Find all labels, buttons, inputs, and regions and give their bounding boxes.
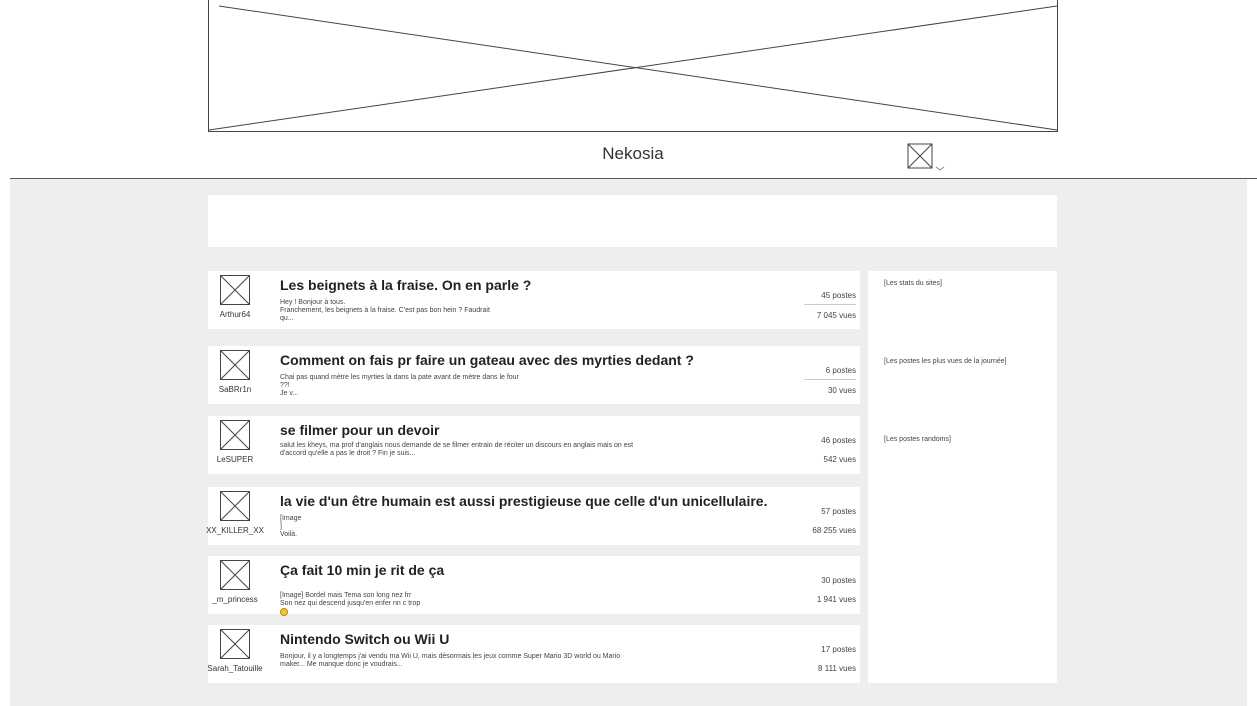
post-title[interactable]: Les beignets à la fraise. On en parle ? xyxy=(280,277,531,293)
sidebar-random-posts: [Les postes randoms] xyxy=(884,436,951,443)
post-excerpt: [Image ] Voilà. xyxy=(280,515,302,538)
view-count: 30 vues xyxy=(827,386,856,395)
view-count: 7 045 vues xyxy=(816,311,856,320)
post-item[interactable]: _m_princess Ça fait 10 min je rit de ça … xyxy=(208,556,860,633)
avatar-placeholder-icon xyxy=(907,143,945,171)
avatar-placeholder-icon xyxy=(220,491,250,521)
post-item[interactable]: SaBRr1n Comment on fais pr faire un gate… xyxy=(208,346,860,404)
post-excerpt: salut les kheys, ma prof d'anglais nous … xyxy=(280,442,634,457)
post-count: 57 postes xyxy=(821,507,856,516)
avatar-placeholder-icon xyxy=(220,350,250,380)
user-menu[interactable] xyxy=(906,142,950,172)
post-excerpt-text: [Image] Bordel mais Tema son long nez fr… xyxy=(280,592,421,607)
image-placeholder-icon xyxy=(209,5,1058,131)
avatar-placeholder-icon xyxy=(220,420,250,450)
post-title[interactable]: Nintendo Switch ou Wii U xyxy=(280,631,449,647)
post-author[interactable]: XX_KILLER_XX xyxy=(198,526,272,535)
avatar-placeholder-icon xyxy=(220,629,250,659)
post-author[interactable]: Sarah_Tatouille xyxy=(198,664,272,673)
post-excerpt: Chai pas quand mètre les myrties la dans… xyxy=(280,374,519,397)
post-author[interactable]: LeSUPER xyxy=(198,455,272,464)
sidebar-stats: [Les stats du sites] xyxy=(884,280,942,287)
laughing-emoji-icon xyxy=(280,608,288,616)
post-author[interactable]: Arthur64 xyxy=(198,310,272,319)
post-item[interactable]: XX_KILLER_XX la vie d'un être humain est… xyxy=(206,487,860,545)
avatar-placeholder-icon xyxy=(220,560,250,590)
post-excerpt: Bonjour, il y a longtemps j'ai vendu ma … xyxy=(280,653,621,668)
post-count: 45 postes xyxy=(804,291,856,305)
avatar-placeholder-icon xyxy=(220,275,250,305)
post-count: 46 postes xyxy=(821,436,856,445)
post-stats: 57 postes 68 255 vues xyxy=(804,507,856,535)
post-title[interactable]: Comment on fais pr faire un gateau avec … xyxy=(280,352,694,368)
post-count: 30 postes xyxy=(821,576,856,585)
post-excerpt: Hey ! Bonjour à tous. Franchement, les b… xyxy=(280,299,490,322)
post-item[interactable]: Sarah_Tatouille Nintendo Switch ou Wii U… xyxy=(207,625,860,683)
post-title[interactable]: Ça fait 10 min je rit de ça xyxy=(280,562,444,578)
view-count: 68 255 vues xyxy=(812,526,856,535)
post-title[interactable]: se filmer pour un devoir xyxy=(280,422,439,438)
post-author[interactable]: _m_princess xyxy=(198,595,272,604)
post-count: 17 postes xyxy=(821,645,856,654)
chevron-down-icon xyxy=(935,166,945,171)
post-count: 6 postes xyxy=(804,366,856,380)
post-stats: 30 postes 1 941 vues xyxy=(804,576,856,604)
post-stats: 45 postes 7 045 vues xyxy=(804,291,856,320)
banner-image xyxy=(208,0,1058,132)
view-count: 542 vues xyxy=(823,455,856,464)
sidebar-top-posts: [Les postes les plus vues de la journée] xyxy=(884,358,1007,365)
post-title[interactable]: la vie d'un être humain est aussi presti… xyxy=(280,493,767,509)
post-stats: 46 postes 542 vues xyxy=(804,436,856,464)
sidebar: [Les stats du sites] [Les postes les plu… xyxy=(868,271,1057,683)
view-count: 8 111 vues xyxy=(818,664,856,673)
post-stats: 6 postes 30 vues xyxy=(804,366,856,395)
search-area[interactable] xyxy=(208,195,1057,247)
view-count: 1 941 vues xyxy=(816,595,856,604)
post-stats: 17 postes 8 111 vues xyxy=(804,645,856,673)
post-author[interactable]: SaBRr1n xyxy=(198,385,272,394)
post-item[interactable]: Arthur64 Les beignets à la fraise. On en… xyxy=(208,271,860,329)
main-content: Arthur64 Les beignets à la fraise. On en… xyxy=(10,179,1247,706)
post-item[interactable]: LeSUPER se filmer pour un devoir salut l… xyxy=(208,416,860,474)
